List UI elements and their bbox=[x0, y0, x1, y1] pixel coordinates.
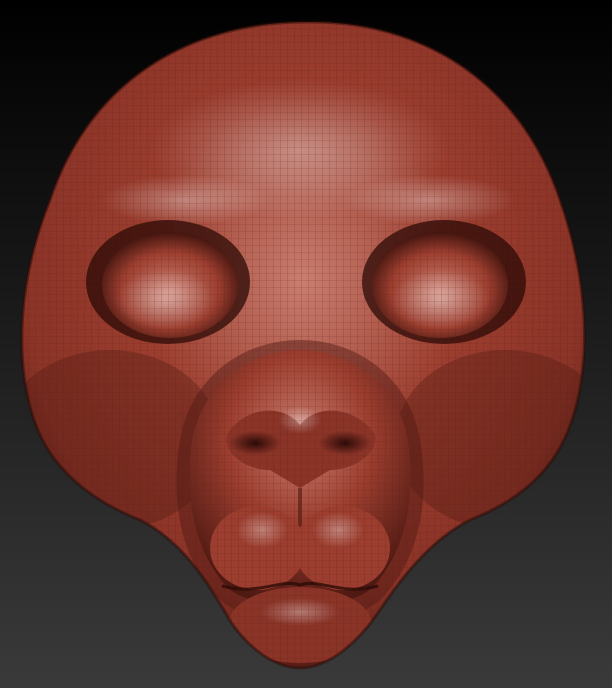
sculpt-viewport bbox=[0, 0, 612, 688]
sculpt-render bbox=[0, 0, 612, 688]
